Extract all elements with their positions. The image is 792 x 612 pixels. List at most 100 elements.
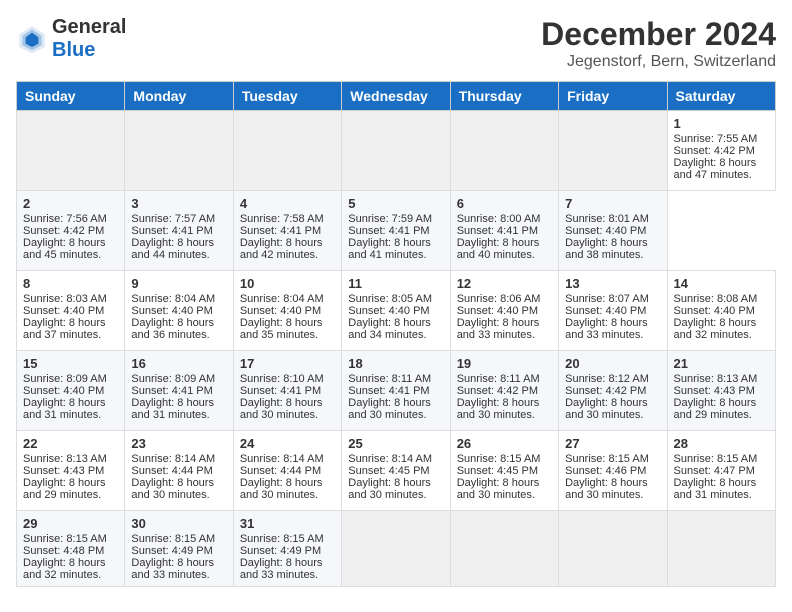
daylight: Daylight: 8 hours and 34 minutes.	[348, 317, 431, 341]
calendar-week-row: 2Sunrise: 7:56 AMSunset: 4:42 PMDaylight…	[17, 191, 776, 271]
day-number: 2	[23, 196, 118, 211]
sunrise: Sunrise: 7:56 AM	[23, 213, 107, 225]
calendar-cell	[559, 511, 667, 587]
calendar-cell	[559, 111, 667, 191]
day-header-tuesday: Tuesday	[233, 82, 341, 111]
sunrise: Sunrise: 8:13 AM	[674, 373, 758, 385]
day-header-sunday: Sunday	[17, 82, 125, 111]
sunset: Sunset: 4:40 PM	[565, 305, 646, 317]
calendar-cell: 4Sunrise: 7:58 AMSunset: 4:41 PMDaylight…	[233, 191, 341, 271]
daylight: Daylight: 8 hours and 30 minutes.	[565, 397, 648, 421]
sunset: Sunset: 4:49 PM	[240, 545, 321, 557]
logo: General Blue	[16, 16, 126, 62]
sunset: Sunset: 4:43 PM	[674, 385, 755, 397]
calendar-week-row: 15Sunrise: 8:09 AMSunset: 4:40 PMDayligh…	[17, 351, 776, 431]
sunrise: Sunrise: 8:15 AM	[457, 453, 541, 465]
daylight: Daylight: 8 hours and 44 minutes.	[131, 237, 214, 261]
calendar-cell: 9Sunrise: 8:04 AMSunset: 4:40 PMDaylight…	[125, 271, 233, 351]
day-number: 4	[240, 196, 335, 211]
day-header-saturday: Saturday	[667, 82, 775, 111]
day-header-wednesday: Wednesday	[342, 82, 450, 111]
page-header: General Blue December 2024 Jegenstorf, B…	[16, 16, 776, 71]
day-number: 28	[674, 436, 769, 451]
day-header-friday: Friday	[559, 82, 667, 111]
logo-blue: Blue	[52, 39, 95, 61]
day-header-thursday: Thursday	[450, 82, 558, 111]
daylight: Daylight: 8 hours and 45 minutes.	[23, 237, 106, 261]
calendar-cell: 31Sunrise: 8:15 AMSunset: 4:49 PMDayligh…	[233, 511, 341, 587]
day-number: 18	[348, 356, 443, 371]
calendar-cell: 20Sunrise: 8:12 AMSunset: 4:42 PMDayligh…	[559, 351, 667, 431]
day-number: 12	[457, 276, 552, 291]
calendar: SundayMondayTuesdayWednesdayThursdayFrid…	[16, 81, 776, 587]
sunrise: Sunrise: 8:07 AM	[565, 293, 649, 305]
day-number: 15	[23, 356, 118, 371]
location-title: Jegenstorf, Bern, Switzerland	[541, 53, 776, 71]
daylight: Daylight: 8 hours and 36 minutes.	[131, 317, 214, 341]
sunset: Sunset: 4:46 PM	[565, 465, 646, 477]
daylight: Daylight: 8 hours and 42 minutes.	[240, 237, 323, 261]
day-number: 3	[131, 196, 226, 211]
calendar-cell: 15Sunrise: 8:09 AMSunset: 4:40 PMDayligh…	[17, 351, 125, 431]
calendar-cell	[342, 511, 450, 587]
sunset: Sunset: 4:44 PM	[131, 465, 212, 477]
calendar-week-row: 1Sunrise: 7:55 AMSunset: 4:42 PMDaylight…	[17, 111, 776, 191]
sunrise: Sunrise: 8:08 AM	[674, 293, 758, 305]
calendar-cell: 12Sunrise: 8:06 AMSunset: 4:40 PMDayligh…	[450, 271, 558, 351]
daylight: Daylight: 8 hours and 32 minutes.	[23, 557, 106, 581]
day-number: 17	[240, 356, 335, 371]
day-number: 13	[565, 276, 660, 291]
sunset: Sunset: 4:41 PM	[131, 385, 212, 397]
logo-icon	[16, 23, 48, 55]
sunrise: Sunrise: 8:15 AM	[23, 533, 107, 545]
daylight: Daylight: 8 hours and 33 minutes.	[565, 317, 648, 341]
calendar-cell: 18Sunrise: 8:11 AMSunset: 4:41 PMDayligh…	[342, 351, 450, 431]
calendar-cell	[125, 111, 233, 191]
daylight: Daylight: 8 hours and 30 minutes.	[457, 477, 540, 501]
sunrise: Sunrise: 8:11 AM	[457, 373, 540, 385]
calendar-cell: 10Sunrise: 8:04 AMSunset: 4:40 PMDayligh…	[233, 271, 341, 351]
sunset: Sunset: 4:40 PM	[674, 305, 755, 317]
calendar-week-row: 22Sunrise: 8:13 AMSunset: 4:43 PMDayligh…	[17, 431, 776, 511]
sunrise: Sunrise: 8:01 AM	[565, 213, 649, 225]
sunrise: Sunrise: 8:15 AM	[565, 453, 649, 465]
day-number: 24	[240, 436, 335, 451]
sunrise: Sunrise: 8:05 AM	[348, 293, 432, 305]
sunset: Sunset: 4:42 PM	[674, 145, 755, 157]
sunset: Sunset: 4:41 PM	[240, 225, 321, 237]
sunrise: Sunrise: 8:14 AM	[240, 453, 324, 465]
daylight: Daylight: 8 hours and 29 minutes.	[674, 397, 757, 421]
daylight: Daylight: 8 hours and 37 minutes.	[23, 317, 106, 341]
calendar-cell: 5Sunrise: 7:59 AMSunset: 4:41 PMDaylight…	[342, 191, 450, 271]
day-number: 8	[23, 276, 118, 291]
day-number: 11	[348, 276, 443, 291]
day-number: 27	[565, 436, 660, 451]
calendar-cell: 28Sunrise: 8:15 AMSunset: 4:47 PMDayligh…	[667, 431, 775, 511]
sunset: Sunset: 4:40 PM	[565, 225, 646, 237]
sunrise: Sunrise: 8:12 AM	[565, 373, 649, 385]
sunrise: Sunrise: 8:13 AM	[23, 453, 107, 465]
sunset: Sunset: 4:40 PM	[131, 305, 212, 317]
sunset: Sunset: 4:40 PM	[348, 305, 429, 317]
day-number: 30	[131, 516, 226, 531]
sunset: Sunset: 4:40 PM	[23, 305, 104, 317]
day-number: 7	[565, 196, 660, 211]
day-number: 31	[240, 516, 335, 531]
day-number: 22	[23, 436, 118, 451]
sunrise: Sunrise: 8:14 AM	[348, 453, 432, 465]
sunrise: Sunrise: 8:06 AM	[457, 293, 541, 305]
sunset: Sunset: 4:41 PM	[131, 225, 212, 237]
sunset: Sunset: 4:47 PM	[674, 465, 755, 477]
sunset: Sunset: 4:42 PM	[457, 385, 538, 397]
day-number: 9	[131, 276, 226, 291]
sunrise: Sunrise: 8:10 AM	[240, 373, 324, 385]
daylight: Daylight: 8 hours and 30 minutes.	[240, 397, 323, 421]
calendar-cell: 3Sunrise: 7:57 AMSunset: 4:41 PMDaylight…	[125, 191, 233, 271]
day-number: 1	[674, 116, 769, 131]
sunset: Sunset: 4:48 PM	[23, 545, 104, 557]
daylight: Daylight: 8 hours and 31 minutes.	[674, 477, 757, 501]
calendar-cell	[667, 511, 775, 587]
sunrise: Sunrise: 8:11 AM	[348, 373, 431, 385]
daylight: Daylight: 8 hours and 30 minutes.	[240, 477, 323, 501]
calendar-cell: 21Sunrise: 8:13 AMSunset: 4:43 PMDayligh…	[667, 351, 775, 431]
